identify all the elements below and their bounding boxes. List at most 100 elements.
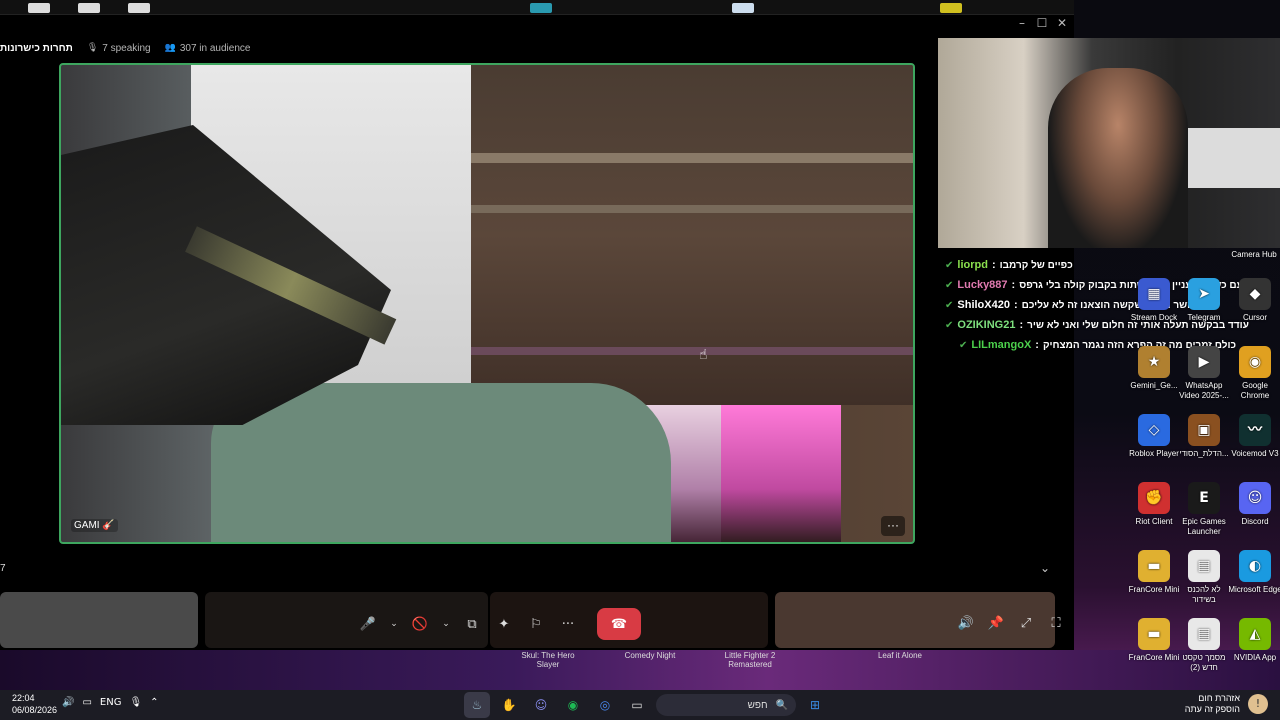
game-shortcut-label[interactable]: Little Fighter 2 Remastered	[722, 651, 778, 669]
volume-button[interactable]: 🔊	[955, 610, 977, 636]
chat-badge-icon: ✔	[945, 259, 954, 271]
taskbar-clock[interactable]: 22:04 06/08/2026	[12, 692, 57, 716]
minimize-button[interactable]: –	[1014, 15, 1030, 31]
spotify-icon[interactable]: ◉	[560, 692, 586, 718]
shortcut-label: Stream Dock	[1130, 313, 1178, 322]
participant-thumbnail[interactable]	[0, 592, 198, 648]
close-button[interactable]: ✕	[1054, 15, 1070, 31]
activity-button[interactable]: ✦	[491, 611, 517, 637]
shortcut-icon: ▬	[1138, 618, 1170, 650]
desktop-shortcut[interactable]: ▶ WhatsApp Video 2025-...	[1176, 346, 1232, 401]
mic-options-chevron-icon[interactable]: ⌄	[387, 611, 401, 637]
desktop-shortcut[interactable]: ✊ Riot Client	[1126, 482, 1182, 527]
shortcut-icon: ➤	[1188, 278, 1220, 310]
chat-username[interactable]: ShiloX420	[957, 299, 1010, 311]
shortcut-icon: ☺	[1239, 482, 1271, 514]
fullscreen-button[interactable]: ⛶	[1045, 610, 1067, 636]
chat-separator: :	[1011, 279, 1016, 291]
desktop-shortcut[interactable]: ☺ Discord	[1227, 482, 1280, 527]
shortcut-icon: ▬	[1138, 550, 1170, 582]
mic-icon: 🎙	[86, 43, 99, 53]
desktop-shortcut[interactable]: E Epic Games Launcher	[1176, 482, 1232, 537]
maximize-button[interactable]: ☐	[1034, 15, 1050, 31]
chat-username[interactable]: LILmangoX	[971, 339, 1031, 351]
camera-off-button[interactable]: 🚫	[407, 611, 433, 637]
view-controls: 🔊 📌 ⤢ ⛶	[955, 610, 1067, 636]
hang-up-button[interactable]: ☎	[597, 608, 641, 640]
chevron-up-icon[interactable]: ⌃	[150, 697, 158, 708]
desktop-shortcut[interactable]: ★ Gemini_Ge...	[1126, 346, 1182, 391]
desktop-shortcut[interactable]: ➤ Telegram	[1176, 278, 1232, 323]
shortcut-icon: ◐	[1239, 550, 1271, 582]
shortcut-icon: ✊	[1138, 482, 1170, 514]
video-more-button[interactable]: ···	[881, 516, 905, 536]
shortcut-icon: ◆	[1239, 278, 1271, 310]
shortcut-icon: ◉	[1239, 346, 1271, 378]
chat-username[interactable]: liorpd	[957, 259, 988, 271]
chevron-down-icon[interactable]: ⌄	[1040, 561, 1050, 575]
desktop-shortcut[interactable]: ▣ הדלת_הסודי...	[1176, 414, 1232, 459]
desktop-shortcut[interactable]: ◆ Cursor	[1227, 278, 1280, 323]
app-icon[interactable]: ✋	[496, 692, 522, 718]
chat-username[interactable]: Lucky887	[957, 279, 1007, 291]
desktop-shortcut[interactable]: ▦ Stream Dock	[1126, 278, 1182, 323]
game-shortcut-label[interactable]: Skul: The Hero Slayer	[520, 651, 576, 669]
app-icon	[940, 3, 962, 13]
language-indicator[interactable]: ENG	[100, 697, 122, 708]
desktop-shortcut[interactable]: ◇ Roblox Player	[1126, 414, 1182, 459]
mic-tray-icon[interactable]: 🎙	[129, 697, 142, 708]
participant-count: 7	[0, 563, 6, 574]
weather-widget[interactable]: אזהרת חום הוספק זה עתה	[1185, 693, 1240, 715]
chat-separator: :	[1013, 299, 1018, 311]
soundboard-button[interactable]: ⚐	[523, 611, 549, 637]
popout-button[interactable]: ⤢	[1015, 610, 1037, 636]
chat-username[interactable]: OZIKING21	[957, 319, 1015, 331]
discord-icon[interactable]: ☺	[528, 692, 554, 718]
shortcut-label: NVIDIA App	[1233, 653, 1277, 662]
volume-icon[interactable]: 🔊	[62, 697, 74, 708]
video-scene-shelf	[471, 153, 913, 163]
screen: – ☐ ✕ תחרות כישרונות 🎙 7 speaking 👥 307 …	[0, 0, 1280, 720]
pin-button[interactable]: 📌	[985, 610, 1007, 636]
desktop-shortcut[interactable]: 〰 Voicemod V3	[1227, 414, 1280, 459]
file-explorer-icon[interactable]: ▭	[624, 692, 650, 718]
steam-icon[interactable]: ♨	[464, 692, 490, 718]
screen-share-button[interactable]: ⧉	[459, 611, 485, 637]
game-shortcut-label[interactable]: Leaf it Alone	[872, 651, 928, 660]
search-placeholder: חפש	[747, 699, 768, 711]
desktop-shortcut[interactable]: ▬ FranCore Mini	[1126, 618, 1182, 663]
video-scene-shelf	[471, 347, 913, 355]
shortcut-icon: ▣	[1188, 414, 1220, 446]
stage-header: תחרות כישרונות 🎙 7 speaking 👥 307 in aud…	[0, 39, 250, 57]
webcam-background-shelf	[1178, 128, 1280, 188]
main-video-tile[interactable]: GAMI 🎸 ··· ☝	[59, 63, 915, 544]
clock-time: 22:04	[12, 693, 35, 703]
taskbar: 22:04 06/08/2026 🔊 ▭ ENG 🎙 ⌃ ♨ ✋ ☺ ◉ ◎ ▭…	[0, 690, 1280, 720]
taskbar-search[interactable]: חפש 🔍	[656, 694, 796, 716]
camera-options-chevron-icon[interactable]: ⌄	[439, 611, 453, 637]
desktop-shortcut[interactable]: ◉ Google Chrome	[1227, 346, 1280, 401]
chat-message: ✔ liorpd: כפיים של קרמבו	[945, 255, 1280, 275]
shortcut-label: Gemini_Ge...	[1130, 381, 1178, 390]
chat-separator: :	[991, 259, 996, 271]
shortcut-label: Voicemod V3	[1231, 449, 1279, 458]
desktop-shortcut[interactable]: ▬ FranCore Mini	[1126, 550, 1182, 595]
desktop-shortcut[interactable]: ▤ מסמך טקסט חדש (2)	[1176, 618, 1232, 673]
windows-start-icon[interactable]: ⊞	[802, 692, 828, 718]
window-controls: – ☐ ✕	[1014, 15, 1070, 31]
desktop-shortcut[interactable]: ◭ NVIDIA App	[1227, 618, 1280, 663]
chrome-icon[interactable]: ◎	[592, 692, 618, 718]
chat-text: כפיים של קרמבו	[999, 259, 1073, 271]
desktop-shortcut[interactable]: ▤ לא להכנס בשידור	[1176, 550, 1232, 605]
clock-date: 06/08/2026	[12, 705, 58, 715]
audience-count: 👥 307 in audience	[165, 43, 251, 54]
weather-alert-icon[interactable]: !	[1248, 694, 1268, 714]
shortcut-icon: ▶	[1188, 346, 1220, 378]
display-icon[interactable]: ▭	[82, 697, 91, 708]
microphone-button[interactable]: 🎤	[355, 611, 381, 637]
desktop-shortcut[interactable]: ◐ Microsoft Edge	[1227, 550, 1280, 595]
speaking-label: 7 speaking	[102, 42, 151, 54]
file-icon	[78, 3, 100, 13]
more-options-button[interactable]: ···	[555, 611, 581, 637]
game-shortcut-label[interactable]: Comedy Night	[622, 651, 678, 660]
